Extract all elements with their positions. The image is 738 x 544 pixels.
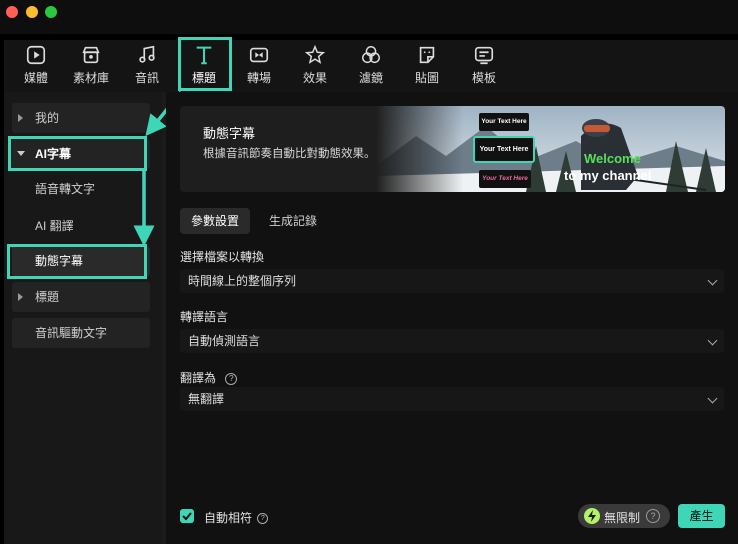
help-icon[interactable]: ? (646, 509, 660, 523)
auto-match-text: 自動相符 (204, 511, 253, 525)
chevron-down-icon (707, 275, 718, 286)
translate-to-text: 翻譯為 (180, 371, 217, 385)
file-select-value: 時間線上的整個序列 (188, 274, 297, 288)
file-select-label: 選擇檔案以轉換 (180, 250, 265, 264)
tab-generation-history[interactable]: 生成記錄 (258, 208, 328, 234)
preview-chip-text: Your Text Here (479, 146, 529, 153)
checkmark-icon (182, 512, 192, 521)
banner-title: 動態字幕 (203, 126, 256, 141)
tab-label: 生成記錄 (268, 214, 317, 228)
unlimited-label: 無限制 (604, 511, 641, 525)
translate-to-label: 翻譯為 ? (180, 369, 238, 386)
tab-label: 參數設置 (190, 214, 239, 228)
auto-match-label: 自動相符 ? (204, 509, 269, 526)
help-icon[interactable]: ? (225, 372, 238, 385)
banner-description: 根據音訊節奏自動比對動態效果。 (203, 148, 376, 160)
unlimited-credits-pill[interactable]: 無限制 ? (578, 504, 670, 528)
file-select-dropdown[interactable]: 時間線上的整個序列 (180, 269, 724, 293)
preview-chip-green: Your Text Here (473, 136, 535, 163)
preview-chip-yellow: Your Text Here (479, 113, 529, 131)
preview-caption-channel: to my channel (564, 168, 652, 183)
transcribe-language-dropdown[interactable]: 自動偵測語言 (180, 329, 724, 353)
translate-to-dropdown[interactable]: 無翻譯 (180, 387, 724, 411)
banner-ski-preview-image (376, 106, 725, 192)
translate-to-value: 無翻譯 (188, 392, 225, 406)
preview-caption-welcome: Welcome (584, 151, 641, 166)
chevron-down-icon (707, 335, 718, 346)
generate-button[interactable]: 產生 (678, 504, 725, 528)
preview-chip-pink: Your Text Here (479, 170, 531, 188)
generate-button-label: 產生 (689, 509, 714, 523)
transcribe-language-value: 自動偵測語言 (188, 334, 261, 348)
tab-parameter-settings[interactable]: 參數設置 (180, 208, 250, 234)
feature-banner: 動態字幕 根據音訊節奏自動比對動態效果。 Your Text Here Your… (180, 106, 725, 192)
help-icon[interactable]: ? (257, 513, 269, 525)
auto-match-checkbox[interactable] (180, 509, 194, 523)
transcribe-language-label: 轉譯語言 (180, 310, 229, 324)
lightning-icon (584, 508, 600, 524)
preview-chip-text: Your Text Here (482, 175, 528, 182)
chevron-down-icon (707, 393, 718, 404)
preview-chip-text: Your Text Here (481, 118, 527, 125)
